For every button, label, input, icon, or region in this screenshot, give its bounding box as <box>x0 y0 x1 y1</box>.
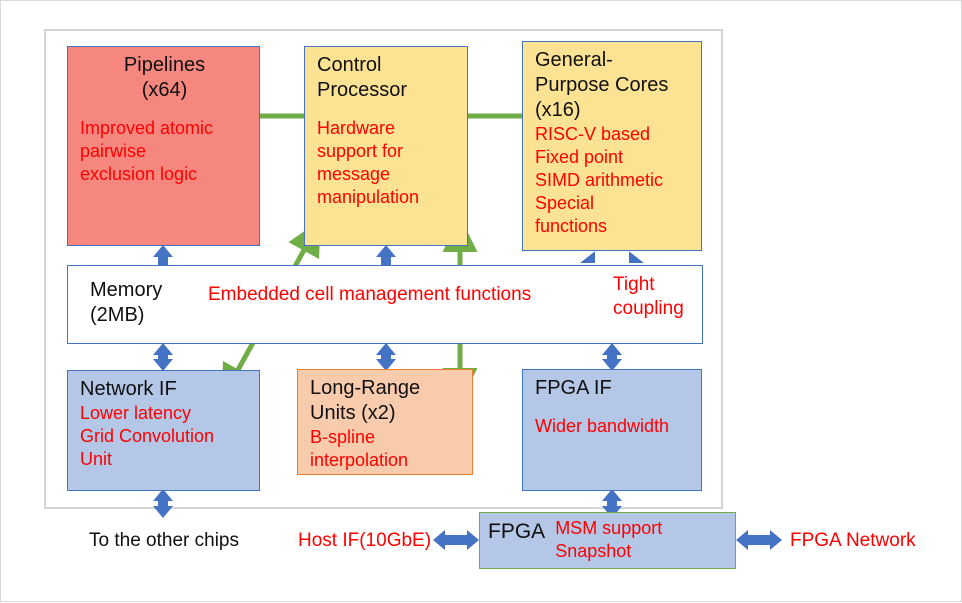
fpga-note: MSM support Snapshot <box>555 518 663 561</box>
tight-coupling-label: Tight coupling <box>613 274 684 319</box>
block-general-purpose-cores[interactable]: General- Purpose Cores (x16) RISC-V base… <box>522 41 702 251</box>
memory-inner: Memory (2MB) Embedded cell management fu… <box>68 266 702 343</box>
block-memory[interactable]: Memory (2MB) Embedded cell management fu… <box>67 265 703 344</box>
network-if-note: Lower latency Grid Convolution Unit <box>80 403 215 469</box>
block-network-if[interactable]: Network IF Lower latency Grid Convolutio… <box>67 370 260 491</box>
control-processor-title: Control Processor <box>317 54 408 101</box>
pipelines-title: Pipelines (x64) <box>123 54 206 101</box>
block-fpga[interactable]: FPGA MSM support Snapshot <box>479 512 736 569</box>
diagram-page: Pipelines (x64) Improved atomic pairwise… <box>0 0 962 602</box>
memory-note: Embedded cell management functions <box>208 284 532 305</box>
arrow-host-if-fpga <box>433 530 479 550</box>
label-fpga-network: FPGA Network <box>790 530 916 551</box>
block-control-processor[interactable]: Control Processor Hardware support for m… <box>304 46 468 246</box>
arrow-fpga-fpga-network <box>736 530 782 550</box>
long-range-units-title: Long-Range Units (x2) <box>310 377 421 424</box>
block-pipelines[interactable]: Pipelines (x64) Improved atomic pairwise… <box>67 46 260 246</box>
fpga-if-note: Wider bandwidth <box>535 416 670 436</box>
fpga-if-title: FPGA IF <box>535 377 612 399</box>
label-host-if: Host IF(10GbE) <box>298 530 432 551</box>
network-if-title: Network IF <box>80 378 177 400</box>
long-range-units-note: B-spline interpolation <box>310 427 409 470</box>
general-purpose-cores-title: General- Purpose Cores (x16) <box>535 49 669 121</box>
memory-title: Memory (2MB) <box>90 279 163 326</box>
pipelines-note: Improved atomic pairwise exclusion logic <box>80 118 214 184</box>
fpga-row: FPGA MSM support Snapshot <box>488 517 729 563</box>
label-to-other-chips: To the other chips <box>89 530 239 551</box>
fpga-title: FPGA <box>488 520 546 543</box>
control-processor-note: Hardware support for message manipulatio… <box>317 118 420 207</box>
block-fpga-if[interactable]: FPGA IF Wider bandwidth <box>522 369 702 491</box>
block-long-range-units[interactable]: Long-Range Units (x2) B-spline interpola… <box>297 369 473 475</box>
general-purpose-cores-note: RISC-V based Fixed point SIMD arithmetic… <box>535 124 664 236</box>
